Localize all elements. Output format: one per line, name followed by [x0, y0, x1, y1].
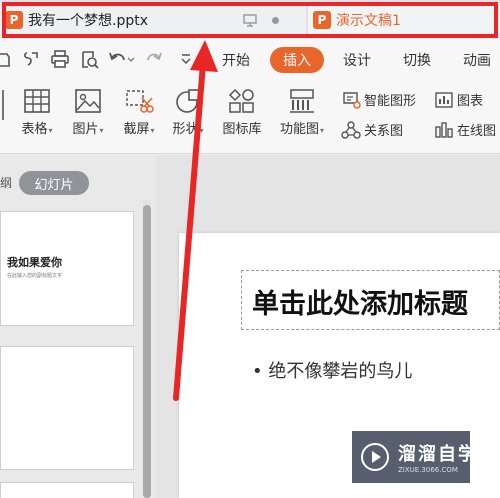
open-icon[interactable]	[0, 50, 11, 68]
table-label: 表格	[21, 122, 48, 137]
chart-button[interactable]: 图表	[434, 90, 483, 109]
slide-bullet-text: 绝不像攀岩的鸟儿	[268, 361, 413, 382]
function-chart-icon	[290, 89, 314, 113]
picture-label: 图片	[72, 122, 99, 137]
function-chart-label: 功能图	[279, 122, 319, 137]
chart-label: 图表	[457, 94, 484, 109]
unsaved-dot-icon[interactable]	[272, 17, 279, 24]
menu-home[interactable]: 开始	[222, 50, 250, 70]
relation-chart-label: 关系图	[364, 124, 404, 139]
shape-label: 形状	[172, 122, 199, 137]
new-slide-icon[interactable]	[0, 90, 6, 120]
document-tab-inactive[interactable]: P 演示文稿1	[308, 3, 500, 37]
relation-chart-icon	[341, 120, 361, 139]
play-logo-icon	[361, 443, 389, 471]
monitor-icon[interactable]	[243, 14, 257, 27]
tab-outline[interactable]: 纲	[0, 174, 12, 191]
document-tab-title: 我有一个梦想.pptx	[28, 13, 148, 29]
quick-access-toolbar: 开始 插入 设计 切换 动画	[0, 38, 500, 82]
presentation-file-icon: P	[313, 11, 331, 29]
slide-title[interactable]: 单击此处添加标题	[252, 282, 468, 321]
slide-thumbnail[interactable]: 我如果爱你 在此输入您的副标题文字	[0, 211, 134, 326]
screenshot-icon	[126, 90, 154, 113]
slide-thumbnail[interactable]	[0, 346, 134, 470]
chart-icon	[435, 91, 453, 108]
tab-slides[interactable]: 幻灯片	[19, 171, 89, 195]
watermark-brand: 溜溜自学	[398, 444, 478, 465]
icon-library-button[interactable]: 图标库	[216, 88, 268, 137]
watermark: 溜溜自学 ZIXUE.3066.COM	[352, 431, 476, 483]
save-as-icon[interactable]	[22, 50, 40, 68]
screenshot-button[interactable]: 截屏▾	[117, 88, 161, 137]
menu-insert[interactable]: 插入	[270, 47, 324, 73]
watermark-url: ZIXUE.3066.COM	[398, 466, 458, 474]
picture-button[interactable]: 图片▾	[66, 88, 110, 137]
undo-icon[interactable]	[108, 50, 136, 68]
print-preview-icon[interactable]	[80, 50, 100, 69]
thumbnail-title: 我如果爱你	[7, 256, 62, 269]
picture-icon	[75, 89, 101, 113]
slide-thumbnail[interactable]	[0, 482, 134, 498]
icon-library-label: 图标库	[222, 122, 262, 137]
slide-bullet[interactable]: • 绝不像攀岩的鸟儿	[252, 357, 412, 383]
menu-design[interactable]: 设计	[343, 50, 371, 70]
customize-icon[interactable]	[180, 53, 192, 65]
redo-icon[interactable]	[145, 50, 163, 68]
shape-icon	[176, 89, 202, 113]
document-tab-bar: P 我有一个梦想.pptx P 演示文稿1	[0, 0, 500, 38]
online-chart-icon	[435, 121, 453, 138]
smart-art-label: 智能图形	[364, 94, 417, 109]
menu-transitions[interactable]: 切换	[403, 50, 431, 70]
table-button[interactable]: 表格▾	[17, 88, 57, 137]
icon-library-icon	[228, 88, 254, 113]
shape-button[interactable]: 形状▾	[166, 88, 210, 137]
function-chart-button[interactable]: 功能图▾	[274, 88, 330, 137]
menu-animations[interactable]: 动画	[463, 50, 491, 70]
print-icon[interactable]	[50, 50, 70, 68]
presentation-file-icon: P	[5, 11, 23, 29]
document-tab-active[interactable]: P 我有一个梦想.pptx	[0, 3, 306, 37]
document-tab-title: 演示文稿1	[336, 13, 401, 29]
screenshot-label: 截屏	[123, 122, 150, 137]
thumbnail-subtitle: 在此输入您的副标题文字	[7, 273, 63, 279]
online-chart-label: 在线图	[457, 124, 497, 139]
relation-chart-button[interactable]: 关系图	[341, 120, 403, 139]
pane-scrollbar-thumb[interactable]	[143, 205, 151, 498]
table-icon	[24, 89, 50, 113]
online-chart-button[interactable]: 在线图	[434, 120, 496, 139]
smart-art-icon	[343, 91, 361, 109]
insert-ribbon: 表格▾ 图片▾ 截屏▾ 形状▾ 图标库 功能图▾ 智能图形 图表 关系图 在线图	[0, 82, 500, 154]
smart-art-button[interactable]: 智能图形	[341, 90, 416, 109]
